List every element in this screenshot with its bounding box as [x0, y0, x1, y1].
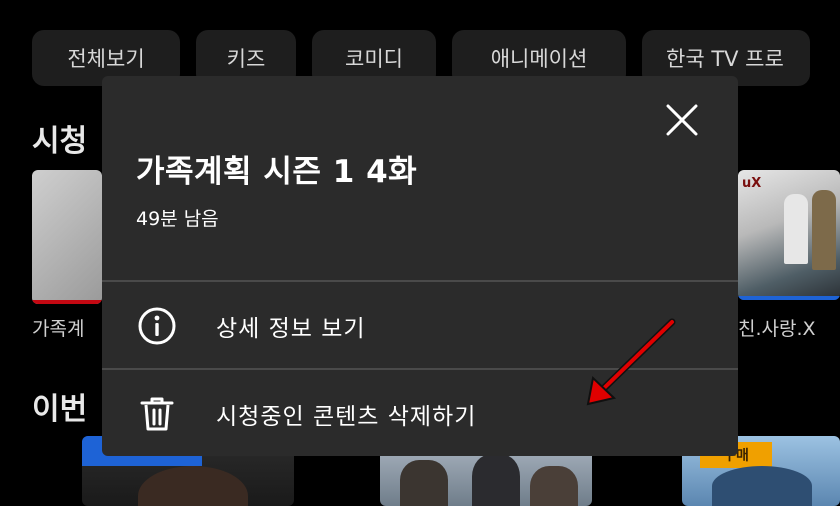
- modal-subtitle: 49분 남음: [136, 208, 219, 230]
- info-icon: [136, 305, 178, 347]
- poster-figure: [472, 454, 520, 506]
- menu-item-delete[interactable]: 시청중인 콘텐츠 삭제하기: [102, 372, 738, 456]
- poster-figure: [400, 460, 448, 506]
- thumbnail-right[interactable]: uX: [738, 170, 840, 300]
- thumbnail-left-caption: 가족계: [32, 318, 85, 340]
- close-icon[interactable]: [662, 100, 702, 140]
- progress-bar: [738, 296, 840, 300]
- trash-icon: [136, 393, 178, 435]
- content-options-modal: 가족계획 시즌 1 4화 49분 남음 상세 정보 보기 시청중인 콘텐츠 삭제…: [102, 76, 738, 456]
- poster-figure: [530, 466, 578, 506]
- thumbnail-right-badge: uX: [742, 176, 762, 191]
- section-title-this-week: 이번: [32, 392, 88, 427]
- section-title-watching: 시청: [32, 124, 88, 159]
- thumbnail-left[interactable]: [32, 170, 102, 304]
- menu-item-details[interactable]: 상세 정보 보기: [102, 284, 738, 368]
- poster-figure: [712, 466, 812, 506]
- figure-shape: [784, 194, 808, 264]
- progress-bar: [32, 300, 102, 304]
- divider: [102, 280, 738, 282]
- divider: [102, 368, 738, 370]
- poster-figure: [138, 466, 248, 506]
- modal-title: 가족계획 시즌 1 4화: [136, 154, 418, 190]
- menu-item-delete-label: 시청중인 콘텐츠 삭제하기: [216, 404, 477, 430]
- menu-item-details-label: 상세 정보 보기: [216, 316, 366, 342]
- thumbnail-right-caption: 친.사랑.X: [738, 318, 816, 340]
- figure-shape: [812, 190, 836, 270]
